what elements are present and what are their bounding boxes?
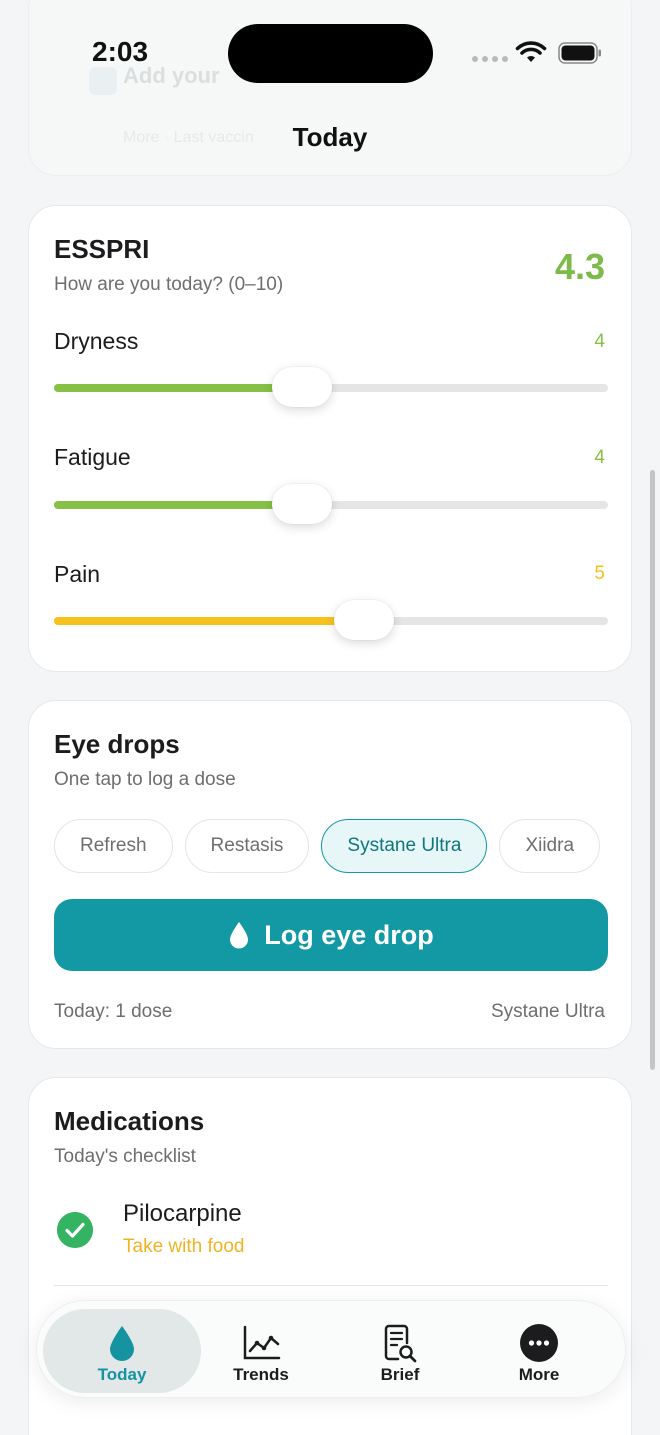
tab-today-label: Today — [97, 1365, 147, 1384]
dryness-label: Dryness — [54, 328, 139, 354]
last-drop-name: Systane Ultra — [490, 1001, 605, 1022]
eye-drops-title: Eye drops — [54, 729, 180, 759]
wifi-icon — [515, 41, 547, 62]
card-icon — [89, 67, 117, 95]
chip-refresh[interactable]: Refresh — [54, 819, 173, 873]
drop-icon — [230, 922, 249, 949]
medications-title: Medications — [54, 1106, 205, 1136]
pain-value: 5 — [594, 563, 605, 584]
slider-thumb[interactable] — [272, 367, 332, 407]
signal-icon — [472, 56, 508, 62]
pain-label: Pain — [54, 561, 101, 587]
dynamic-island — [228, 24, 433, 83]
slider-thumb[interactable] — [272, 484, 332, 524]
tab-more[interactable]: More — [460, 1309, 618, 1393]
chart-icon — [243, 1325, 281, 1360]
slider-fill — [54, 501, 302, 509]
medication-note: Take with food — [123, 1236, 245, 1257]
medications-subtitle: Today's checklist — [54, 1146, 196, 1167]
status-time: 2:03 — [92, 36, 149, 67]
log-eye-drop-button[interactable]: Log eye drop — [54, 899, 608, 971]
document-search-icon — [384, 1324, 417, 1363]
log-eye-drop-label: Log eye drop — [264, 919, 434, 950]
battery-icon — [558, 42, 601, 64]
more-icon — [520, 1324, 558, 1362]
eye-drops-subtitle: One tap to log a dose — [54, 769, 236, 790]
fatigue-slider[interactable] — [54, 484, 608, 524]
esspri-card: ESSPRI How are you today? (0–10) 4.3 Dry… — [28, 205, 632, 672]
tab-brief-label: Brief — [380, 1365, 420, 1384]
tab-more-label: More — [518, 1365, 560, 1384]
eye-drop-chips: Refresh Restasis Systane Ultra Xiidra — [54, 819, 608, 875]
dryness-slider[interactable] — [54, 367, 608, 407]
tab-trends-label: Trends — [233, 1365, 289, 1384]
chip-systane-ultra[interactable]: Systane Ultra — [321, 819, 488, 873]
tab-brief[interactable]: Brief — [321, 1309, 479, 1393]
esspri-score: 4.3 — [554, 246, 605, 287]
pain-slider[interactable] — [54, 600, 608, 640]
drop-icon — [110, 1326, 134, 1361]
medication-name: Pilocarpine — [123, 1200, 242, 1227]
dose-count: Today: 1 dose — [54, 1001, 173, 1022]
esspri-subtitle: How are you today? (0–10) — [54, 274, 284, 295]
chip-xiidra[interactable]: Xiidra — [499, 819, 601, 873]
dryness-value: 4 — [594, 331, 605, 352]
page-title: Today — [292, 122, 368, 152]
checkmark-icon[interactable] — [57, 1212, 93, 1248]
eye-drops-card: Eye drops One tap to log a dose Refresh … — [28, 700, 632, 1049]
slider-thumb[interactable] — [334, 600, 394, 640]
tab-today[interactable]: Today — [43, 1309, 201, 1393]
chip-restasis[interactable]: Restasis — [184, 819, 310, 873]
fatigue-value: 4 — [594, 447, 605, 468]
divider — [54, 1285, 608, 1286]
tab-trends[interactable]: Trends — [182, 1309, 340, 1393]
slider-fill — [54, 617, 364, 625]
tab-bar: Today Trends Brief More — [36, 1300, 626, 1398]
fatigue-label: Fatigue — [54, 444, 131, 470]
slider-fill — [54, 384, 302, 392]
scrollbar[interactable] — [650, 470, 655, 1070]
esspri-title: ESSPRI — [54, 234, 150, 264]
